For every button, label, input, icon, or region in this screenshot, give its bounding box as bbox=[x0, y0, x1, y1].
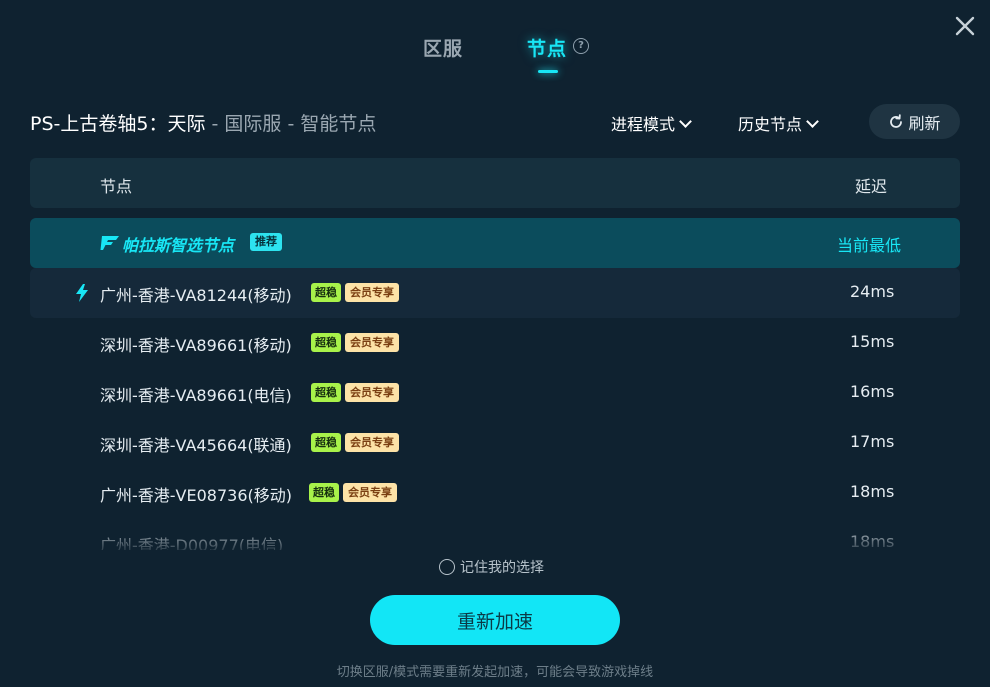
node-latency: 17ms bbox=[850, 432, 895, 451]
node-badges: 超稳 会员专享 bbox=[311, 433, 399, 453]
chevron-down-icon bbox=[679, 115, 692, 128]
vip-badge: 会员专享 bbox=[345, 383, 399, 402]
tab-nodes[interactable]: 节点 bbox=[527, 34, 567, 61]
node-row[interactable]: 广州-香港-VE08736(移动) 超稳 会员专享 18ms bbox=[30, 468, 960, 518]
remember-choice-label: 记住我的选择 bbox=[460, 560, 544, 576]
super-stable-badge: 超稳 bbox=[309, 483, 339, 502]
game-name: PS-上古卷轴5：天际 bbox=[30, 113, 206, 135]
node-name: 广州-香港-D00977(电信) bbox=[100, 536, 284, 550]
super-stable-badge: 超稳 bbox=[311, 433, 341, 452]
mode-dropdown[interactable]: 进程模式 bbox=[611, 111, 692, 135]
node-latency: 18ms bbox=[850, 482, 895, 501]
node-latency: 18ms bbox=[850, 532, 895, 550]
close-icon-glyph bbox=[955, 16, 975, 36]
refresh-label: 刷新 bbox=[908, 113, 941, 133]
column-node: 节点 bbox=[100, 177, 133, 196]
recommended-node-row[interactable]: 帕拉斯智选节点 推荐 当前最低 bbox=[30, 218, 960, 268]
node-name: 广州-香港-VA81244(移动) bbox=[100, 286, 292, 305]
active-tab-indicator bbox=[538, 70, 558, 73]
help-icon[interactable]: ? bbox=[573, 38, 589, 54]
node-badges: 超稳 会员专享 bbox=[311, 283, 399, 303]
column-latency: 延迟 bbox=[855, 177, 888, 196]
reaccelerate-label: 重新加速 bbox=[456, 610, 533, 633]
tab-nodes-label: 节点 bbox=[527, 38, 568, 60]
tab-region[interactable]: 区服 bbox=[423, 34, 463, 61]
recommended-latency: 当前最低 bbox=[837, 236, 902, 255]
history-nodes-dropdown[interactable]: 历史节点 bbox=[738, 111, 819, 135]
chevron-down-icon bbox=[806, 115, 819, 128]
recommended-node-label: 帕拉斯智选节点 bbox=[122, 236, 235, 255]
footer-note: 切换区服/模式需要重新发起加速，可能会导致游戏掉线 bbox=[336, 665, 654, 680]
node-name: 广州-香港-VE08736(移动) bbox=[100, 486, 292, 505]
mode-dropdown-label: 进程模式 bbox=[611, 115, 676, 134]
node-row[interactable]: 深圳-香港-VA89661(电信) 超稳 会员专享 16ms bbox=[30, 368, 960, 418]
node-row[interactable]: 深圳-香港-VA45664(联通) 超稳 会员专享 17ms bbox=[30, 418, 960, 468]
remember-choice-option[interactable]: 记住我的选择 bbox=[439, 557, 544, 577]
recommended-badge: 推荐 bbox=[250, 233, 282, 251]
node-row[interactable]: 深圳-香港-VA89661(移动) 超稳 会员专享 15ms bbox=[30, 318, 960, 368]
vip-badge: 会员专享 bbox=[343, 483, 397, 502]
node-table-header: 节点 延迟 bbox=[30, 158, 960, 208]
radio-button[interactable] bbox=[439, 559, 455, 575]
refresh-button[interactable]: 刷新 bbox=[869, 104, 960, 139]
node-latency: 16ms bbox=[850, 382, 895, 401]
node-latency: 15ms bbox=[850, 332, 895, 351]
vip-badge: 会员专享 bbox=[345, 433, 399, 452]
node-row[interactable]: 广州-香港-D00977(电信) 18ms bbox=[30, 518, 960, 550]
node-name: 深圳-香港-VA89661(电信) bbox=[100, 386, 292, 405]
super-stable-badge: 超稳 bbox=[311, 383, 341, 402]
game-title: PS-上古卷轴5：天际 - 国际服 - 智能节点 bbox=[30, 109, 376, 136]
node-latency: 24ms bbox=[850, 282, 895, 301]
refresh-icon bbox=[890, 113, 903, 128]
close-icon[interactable] bbox=[953, 14, 977, 38]
vip-badge: 会员专享 bbox=[345, 333, 399, 352]
node-badges: 超稳 会员专享 bbox=[309, 483, 397, 503]
node-badges: 超稳 会员专享 bbox=[311, 333, 399, 353]
reaccelerate-button[interactable]: 重新加速 bbox=[370, 595, 620, 645]
node-list[interactable]: 广州-香港-VA81244(移动) 超稳 会员专享 24ms 深圳-香港-VA8… bbox=[30, 268, 960, 550]
vip-badge: 会员专享 bbox=[345, 283, 399, 302]
super-stable-badge: 超稳 bbox=[311, 283, 341, 302]
paras-logo-icon bbox=[100, 236, 119, 250]
tab-bar: 区服 节点 ? bbox=[0, 34, 990, 78]
node-name: 深圳-香港-VA45664(联通) bbox=[100, 436, 292, 455]
node-badges: 超稳 会员专享 bbox=[311, 383, 399, 403]
history-dropdown-label: 历史节点 bbox=[738, 115, 803, 134]
game-server-info: - 国际服 - 智能节点 bbox=[205, 113, 377, 135]
node-name: 深圳-香港-VA89661(移动) bbox=[100, 336, 292, 355]
super-stable-badge: 超稳 bbox=[311, 333, 341, 352]
node-row[interactable]: 广州-香港-VA81244(移动) 超稳 会员专享 24ms bbox=[30, 268, 960, 318]
lightning-icon bbox=[76, 284, 88, 302]
